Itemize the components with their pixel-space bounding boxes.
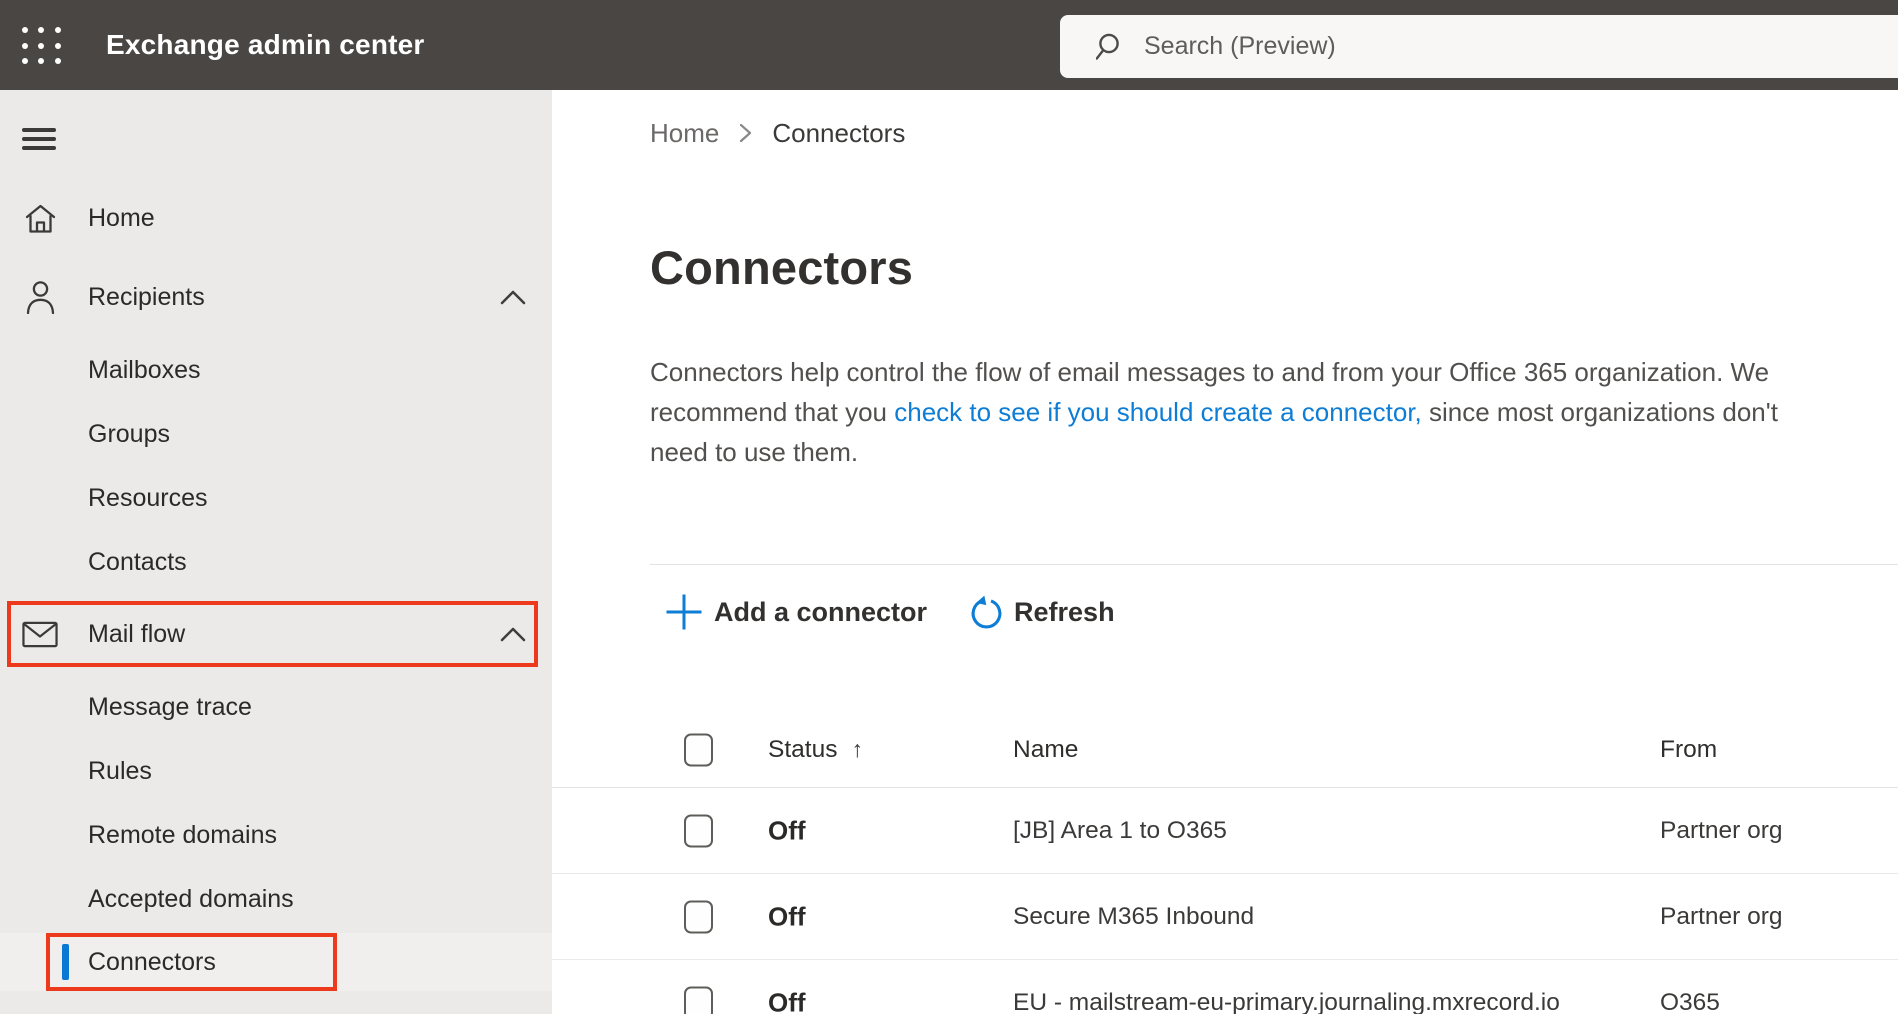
row-name[interactable]: [JB] Area 1 to O365 <box>1013 817 1227 845</box>
chevron-up-icon[interactable] <box>500 625 526 643</box>
sidebar-item-label: Contacts <box>88 547 187 576</box>
chevron-right-icon <box>739 122 752 144</box>
sidebar-item-message-trace[interactable]: Message trace <box>0 675 552 739</box>
description-text: recommend that you <box>650 397 895 427</box>
app-launcher-waffle-icon[interactable] <box>22 27 62 65</box>
table-header-row: Status ↑ Name From <box>552 712 1898 788</box>
sidebar-item-label: Groups <box>88 419 170 448</box>
sidebar-item-contacts[interactable]: Contacts <box>0 530 552 594</box>
sidebar-item-groups[interactable]: Groups <box>0 402 552 466</box>
sidebar-item-label: Rules <box>88 756 152 785</box>
column-header-name[interactable]: Name <box>1013 736 1078 764</box>
row-name[interactable]: EU - mailstream-eu-primary.journaling.mx… <box>1013 989 1560 1014</box>
person-icon <box>22 280 58 314</box>
sort-ascending-icon: ↑ <box>851 735 863 762</box>
main-content: Home Connectors Connectors Connectors he… <box>552 90 1898 1014</box>
search-input[interactable] <box>1144 32 1898 61</box>
column-header-status[interactable]: Status ↑ <box>768 736 863 764</box>
row-from: Partner org <box>1660 902 1783 930</box>
search-box[interactable] <box>1060 15 1898 78</box>
sidebar-item-label: Resources <box>88 483 208 512</box>
page-description: Connectors help control the flow of emai… <box>650 352 1778 472</box>
home-icon <box>22 203 58 234</box>
row-from: Partner org <box>1660 816 1783 844</box>
top-bar: Exchange admin center <box>0 0 1898 90</box>
row-checkbox[interactable] <box>684 814 713 847</box>
description-line: need to use them. <box>650 437 859 467</box>
sidebar-nav: Home Recipients Mailboxes Groups Resourc… <box>0 90 552 1014</box>
selected-indicator-bar <box>62 944 69 980</box>
sidebar-item-label: Message trace <box>88 692 252 721</box>
exchange-admin-center-window: Exchange admin center Ho <box>0 0 1898 1014</box>
sidebar-item-accepted-domains[interactable]: Accepted domains <box>0 867 552 931</box>
sidebar-item-label: Connectors <box>88 947 216 976</box>
page-title: Connectors <box>650 241 914 294</box>
sidebar-item-resources[interactable]: Resources <box>0 466 552 530</box>
refresh-icon <box>971 595 1002 628</box>
row-checkbox[interactable] <box>684 900 713 933</box>
sidebar-item-recipients[interactable]: Recipients <box>0 265 552 329</box>
refresh-label: Refresh <box>1014 596 1115 627</box>
row-checkbox[interactable] <box>684 986 713 1014</box>
description-text: since most organizations don't <box>1421 397 1778 427</box>
breadcrumb: Home Connectors <box>650 116 905 150</box>
description-line: recommend that you check to see if you s… <box>650 392 1778 432</box>
table-row[interactable]: Off EU - mailstream-eu-primary.journalin… <box>552 960 1898 1014</box>
row-status: Off <box>768 901 806 931</box>
sidebar-item-label: Remote domains <box>88 820 277 849</box>
plus-icon <box>666 594 702 630</box>
description-line: Connectors help control the flow of emai… <box>650 357 1770 387</box>
add-connector-button[interactable]: Add a connector <box>664 592 927 632</box>
table-row[interactable]: Off Secure M365 Inbound Partner org <box>552 874 1898 960</box>
select-all-checkbox[interactable] <box>684 733 713 766</box>
breadcrumb-home-link[interactable]: Home <box>650 118 719 149</box>
sidebar-item-mailboxes[interactable]: Mailboxes <box>0 338 552 402</box>
row-status: Off <box>768 815 806 845</box>
create-connector-check-link[interactable]: check to see if you should create a conn… <box>894 397 1422 427</box>
sidebar-item-rules[interactable]: Rules <box>0 739 552 803</box>
column-header-from[interactable]: From <box>1660 736 1717 764</box>
sidebar-item-remote-domains[interactable]: Remote domains <box>0 803 552 867</box>
sidebar-item-label: Home <box>88 203 155 232</box>
sidebar-item-label: Recipients <box>88 282 205 311</box>
add-connector-label: Add a connector <box>714 596 928 627</box>
breadcrumb-current: Connectors <box>772 117 906 148</box>
toolbar: Add a connector Refresh <box>664 586 1115 638</box>
app-title: Exchange admin center <box>106 29 425 60</box>
chevron-up-icon[interactable] <box>500 288 526 306</box>
sidebar-item-connectors[interactable]: Connectors <box>0 933 552 991</box>
row-name[interactable]: Secure M365 Inbound <box>1013 903 1254 931</box>
sidebar-item-label: Accepted domains <box>88 884 294 913</box>
sidebar-item-home[interactable]: Home <box>0 186 552 250</box>
toolbar-divider <box>650 564 1898 565</box>
search-icon <box>1096 33 1119 60</box>
sidebar-item-label: Mail flow <box>88 619 186 648</box>
row-from: O365 <box>1660 989 1720 1014</box>
table-row[interactable]: Off [JB] Area 1 to O365 Partner org <box>552 788 1898 874</box>
row-status: Off <box>768 987 806 1014</box>
sidebar-item-mail-flow[interactable]: Mail flow <box>0 602 552 666</box>
refresh-button[interactable]: Refresh <box>969 595 1115 630</box>
mail-icon <box>22 621 58 648</box>
sidebar-item-label: Mailboxes <box>88 355 201 384</box>
